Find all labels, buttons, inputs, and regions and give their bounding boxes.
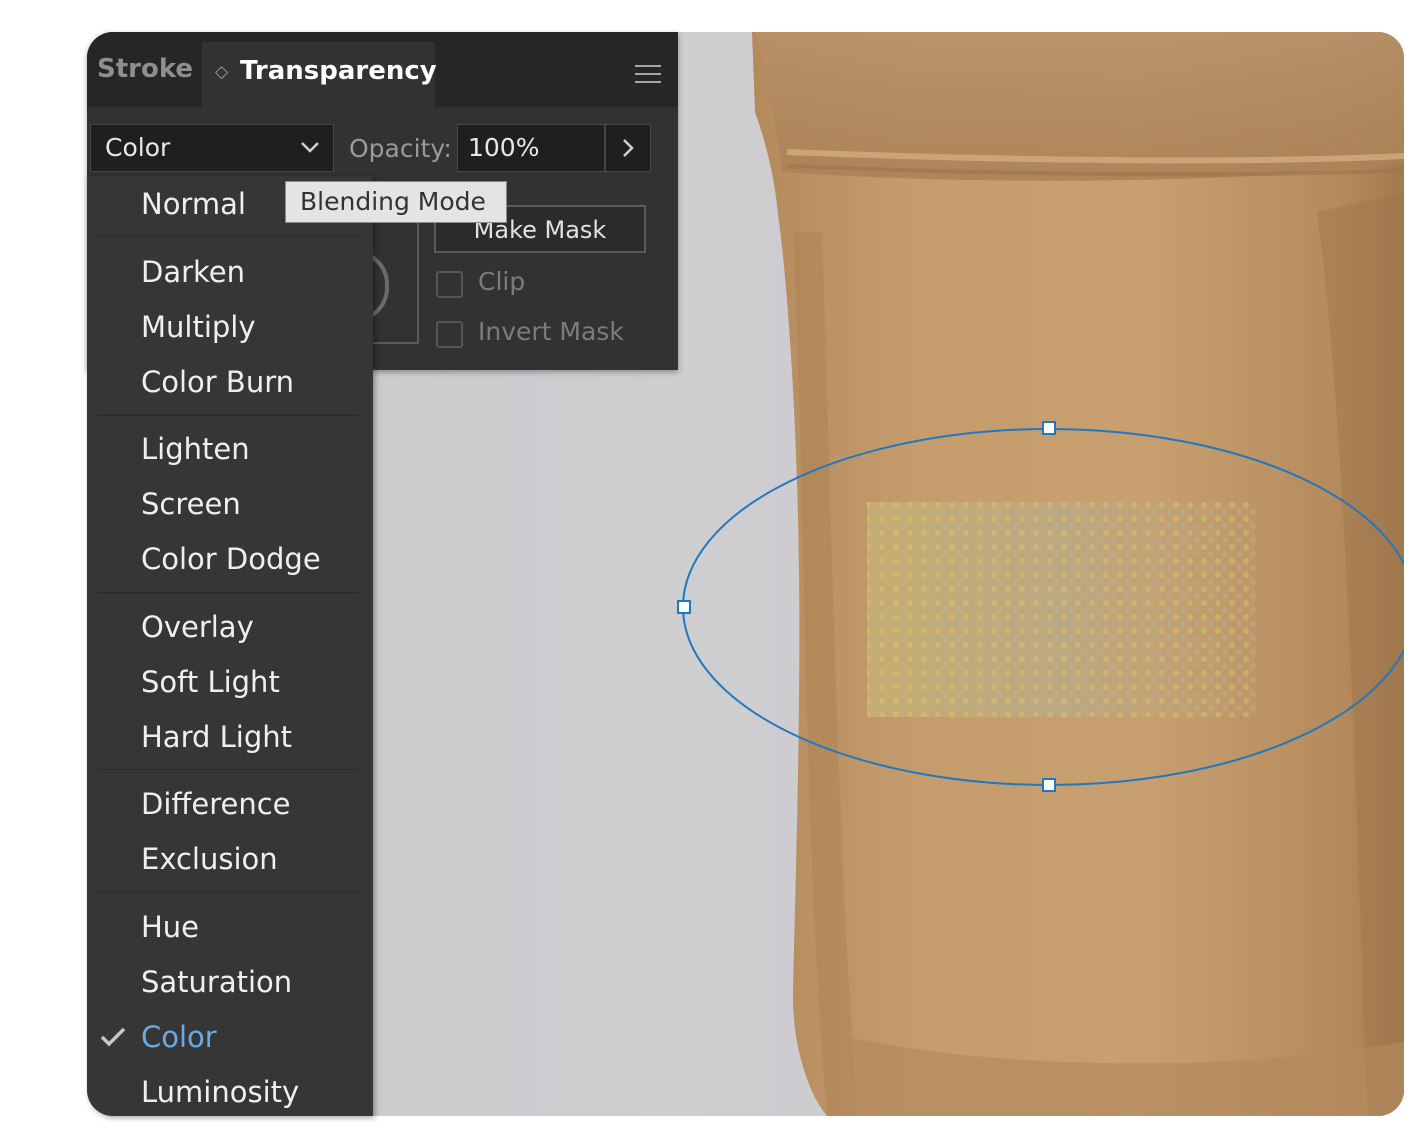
chevron-down-icon [301,142,319,153]
blend-mode-color-dodge[interactable]: Color Dodge [141,542,321,576]
tab-stroke[interactable]: Stroke [97,54,193,84]
opacity-value: 100% [468,133,540,162]
blend-mode-value: Color [105,133,171,162]
anchor-left [677,600,691,614]
blending-mode-tooltip: Blending Mode [285,181,507,223]
blend-mode-hard-light[interactable]: Hard Light [141,720,292,754]
opacity-slider-button[interactable] [605,124,651,172]
blend-mode-darken[interactable]: Darken [141,255,245,289]
panel-menu-icon[interactable] [635,65,661,89]
checkmark-icon [100,1027,126,1047]
menu-divider [97,592,359,593]
panel-tab-bar: Stroke ◇ Transparency [87,32,678,107]
blend-mode-color[interactable]: Color [141,1020,217,1054]
blend-mode-dropdown: Normal Darken Multiply Color Burn Lighte… [87,176,373,1116]
chevron-right-icon [623,139,634,157]
clip-label: Clip [478,267,526,296]
blend-mode-screen[interactable]: Screen [141,487,241,521]
blend-mode-soft-light[interactable]: Soft Light [141,665,280,699]
tab-transparency[interactable]: ◇ Transparency [202,42,437,107]
blend-mode-normal[interactable]: Normal [141,187,246,221]
blend-mode-difference[interactable]: Difference [141,787,291,821]
clip-checkbox[interactable] [436,271,463,298]
anchor-top [1042,421,1056,435]
tab-transparency-label: Transparency [240,56,437,86]
blend-mode-lighten[interactable]: Lighten [141,432,250,466]
blend-mode-select[interactable]: Color [90,124,334,172]
blend-mode-color-burn[interactable]: Color Burn [141,365,294,399]
menu-divider [97,415,359,416]
anchor-bottom [1042,778,1056,792]
blend-mode-luminosity[interactable]: Luminosity [141,1075,299,1109]
tab-arrows-icon: ◇ [215,62,229,82]
menu-divider [97,236,359,237]
opacity-input[interactable]: 100% [457,124,605,172]
blend-mode-hue[interactable]: Hue [141,910,199,944]
tooltip-text: Blending Mode [300,187,486,216]
blend-mode-saturation[interactable]: Saturation [141,965,292,999]
menu-divider [97,769,359,770]
invert-mask-label: Invert Mask [478,317,624,346]
menu-divider [97,892,359,893]
blend-mode-multiply[interactable]: Multiply [141,310,256,344]
opacity-label: Opacity: [349,134,452,163]
blend-mode-exclusion[interactable]: Exclusion [141,842,278,876]
invert-mask-checkbox[interactable] [436,321,463,348]
blend-mode-overlay[interactable]: Overlay [141,610,254,644]
